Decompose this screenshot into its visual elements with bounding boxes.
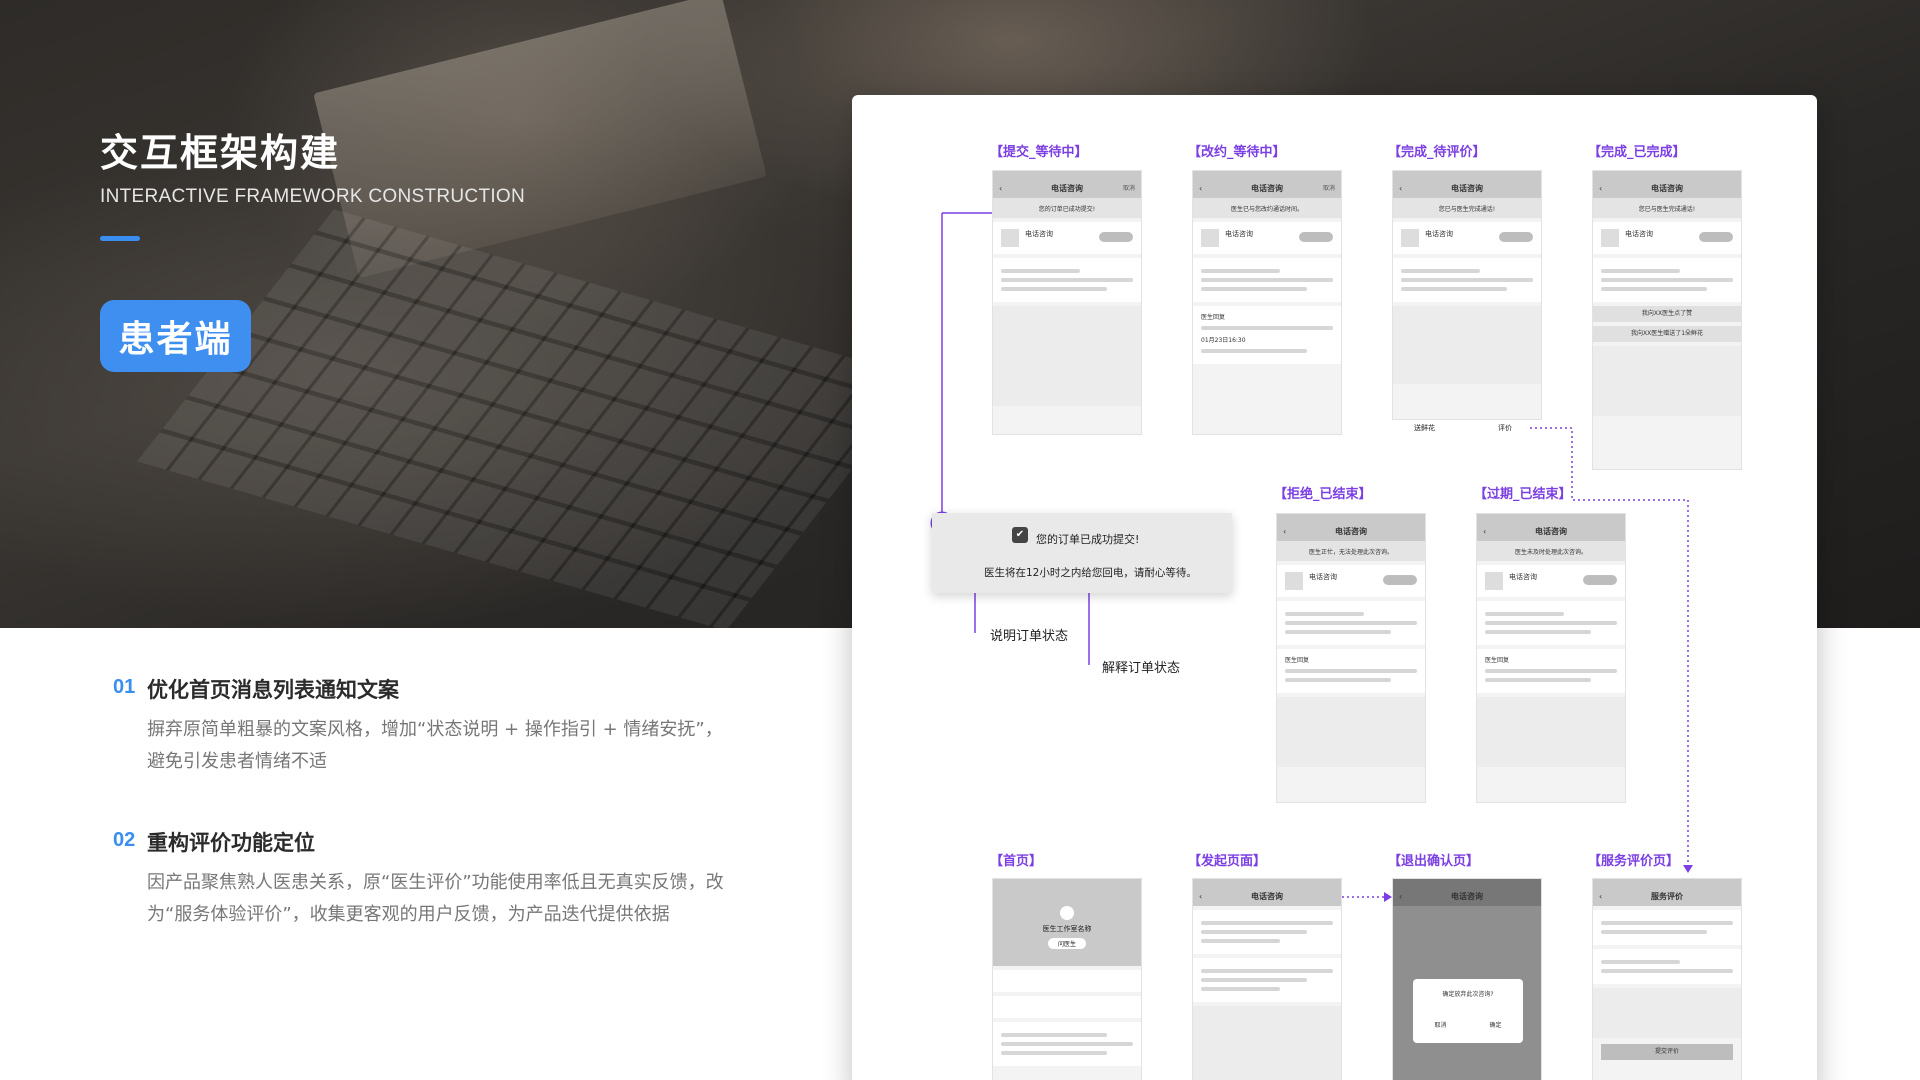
annotation-interpret-status: 解释订单状态 — [1102, 661, 1181, 676]
screen-label: 【首页】 — [990, 854, 1043, 869]
point-number: 01 — [113, 676, 136, 698]
status-banner: 医生未及时处理此次咨询。 — [1477, 541, 1625, 561]
avatar — [1285, 572, 1303, 590]
zoom-status-desc: 医生将在12小时之内给您回电，请耐心等待。 — [984, 567, 1197, 579]
screen-label: 【改约_等待中】 — [1188, 145, 1286, 160]
back-icon: ‹ — [1399, 184, 1403, 193]
point-description: 摒弃原简单粗暴的文案风格，增加“状态说明 + 操作指引 + 情绪安抚”，避免引发… — [147, 719, 723, 772]
zoom-callout: ✔ 您的订单已成功提交! 医生将在12小时之内给您回电，请耐心等待。 — [932, 513, 1232, 593]
phone-screen-initiate: ‹ 电话咨询 — [1192, 878, 1342, 1080]
title-accent-bar — [100, 236, 140, 241]
screen-label: 【发起页面】 — [1188, 854, 1267, 869]
avatar — [1201, 229, 1219, 247]
phone-screen-rejected: ‹ 电话咨询 医生正忙，无法处理此次咨询。 电话咨询 医生回复 — [1276, 513, 1426, 803]
status-banner: 您已与医生完成通话! — [1393, 198, 1541, 218]
screen-label: 【完成_已完成】 — [1588, 145, 1686, 160]
avatar — [1601, 229, 1619, 247]
dialog-cancel-button[interactable]: 取消 — [1434, 1020, 1446, 1029]
screen-label: 【过期_已结束】 — [1474, 487, 1572, 502]
back-icon: ‹ — [1399, 892, 1403, 901]
avatar — [1485, 572, 1503, 590]
phone-screen-rescheduled: ‹ 电话咨询 取消 医生已与您改约通话时间。 电话咨询 医生回复 01月23日16:3… — [1192, 170, 1342, 435]
wireframe-card: 【提交_等待中】 ‹ 电话咨询 取消 您的订单已成功提交! 电话咨询 【改约_等待中… — [852, 95, 1817, 1080]
page-title: 交互框架构建 — [100, 131, 341, 175]
rate-button[interactable]: 评价 — [1498, 423, 1512, 433]
action-pill — [1099, 232, 1133, 242]
zoom-status-title: 您的订单已成功提交! — [1036, 533, 1140, 546]
status-banner: 您的订单已成功提交! — [993, 198, 1141, 218]
back-icon: ‹ — [1599, 184, 1603, 193]
back-icon: ‹ — [1483, 527, 1487, 536]
screen-label: 【服务评价页】 — [1588, 854, 1680, 869]
point-title: 优化首页消息列表通知文案 — [147, 678, 399, 702]
phone-screen-service-rating: ‹ 服务评价 提交评价 — [1592, 878, 1742, 1080]
flower-row: 我向XX医生赠送了1朵鲜花 — [1593, 326, 1741, 342]
point-title: 重构评价功能定位 — [147, 831, 315, 855]
screen-label: 【拒绝_已结束】 — [1274, 487, 1372, 502]
screen-label: 【退出确认页】 — [1388, 854, 1480, 869]
annotation-explain-status: 说明订单状态 — [990, 629, 1069, 644]
background-keyboard — [136, 209, 924, 631]
submit-rating-button[interactable]: 提交评价 — [1601, 1044, 1733, 1060]
screen-label: 【提交_等待中】 — [990, 145, 1088, 160]
status-banner: 您已与医生完成通话! — [1593, 198, 1741, 218]
phone-screen-exit-confirm: ‹ 电话咨询 确定放弃此次咨询? 取消 确定 — [1392, 878, 1542, 1080]
send-flower-button[interactable]: 送鲜花 — [1414, 423, 1435, 433]
thumb-up-row: 我向XX医生点了赞 — [1593, 306, 1741, 322]
back-icon: ‹ — [1283, 527, 1287, 536]
back-icon: ‹ — [999, 184, 1003, 193]
phone-screen-completed: ‹ 电话咨询 您已与医生完成通话! 电话咨询 我向XX医生点了赞 我向XX医生赠送… — [1592, 170, 1742, 470]
confirm-dialog: 确定放弃此次咨询? 取消 确定 — [1413, 979, 1523, 1043]
check-shield-icon: ✔ — [1012, 527, 1028, 543]
back-icon: ‹ — [1599, 892, 1603, 901]
dialog-confirm-button[interactable]: 确定 — [1489, 1020, 1501, 1029]
screen-label: 【完成_待评价】 — [1388, 145, 1486, 160]
phone-screen-submitted: ‹ 电话咨询 取消 您的订单已成功提交! 电话咨询 — [992, 170, 1142, 435]
time-tag: 01月23日16:30 — [1201, 337, 1246, 344]
back-icon: ‹ — [1199, 892, 1203, 901]
slide: 交互框架构建 INTERACTIVE FRAMEWORK CONSTRUCTIO… — [0, 0, 1920, 1080]
arrow-head — [1683, 865, 1693, 873]
arrow-head — [1384, 892, 1392, 902]
phone-screen-to-rate: ‹ 电话咨询 您已与医生完成通话! 电话咨询 — [1392, 170, 1542, 420]
avatar — [1401, 229, 1419, 247]
status-banner: 医生已与您改约通话时间。 — [1193, 198, 1341, 218]
point-description: 因产品聚焦熟人医患关系，原“医生评价”功能使用率低且无真实反馈，改为“服务体验评… — [147, 872, 724, 925]
status-banner: 医生正忙，无法处理此次咨询。 — [1277, 541, 1425, 561]
phone-navbar: ‹ 电话咨询 取消 — [993, 180, 1141, 198]
page-subtitle: INTERACTIVE FRAMEWORK CONSTRUCTION — [100, 186, 526, 207]
back-icon: ‹ — [1199, 184, 1203, 193]
ask-doctor-button[interactable]: 问医生 — [1047, 938, 1086, 949]
point-number: 02 — [113, 829, 136, 851]
section-badge: 患者端 — [100, 300, 251, 372]
studio-name: 医生工作室名称 — [1042, 925, 1092, 933]
avatar — [1001, 229, 1019, 247]
phone-screen-home: 医生工作室名称 问医生 — [992, 878, 1142, 1080]
phone-screen-expired: ‹ 电话咨询 医生未及时处理此次咨询。 电话咨询 医生回复 — [1476, 513, 1626, 803]
avatar — [1060, 906, 1074, 920]
